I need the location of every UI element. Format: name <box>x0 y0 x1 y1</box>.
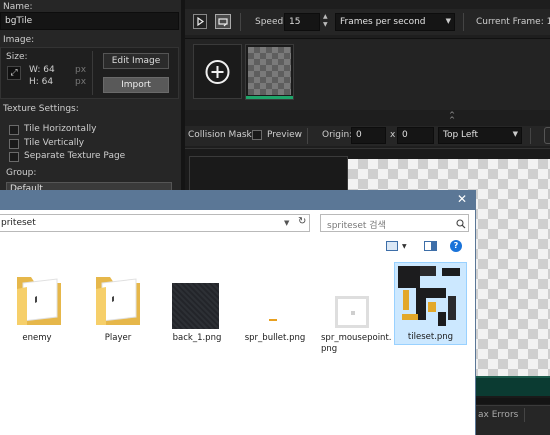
import-button[interactable]: Import <box>103 77 169 93</box>
file-name: Player <box>104 333 132 343</box>
origin-y-input[interactable]: 0 <box>397 127 434 144</box>
speed-label: Speed: <box>255 17 287 27</box>
tile-horizontally-label: Tile Horizontally <box>24 124 97 134</box>
add-frame-button[interactable] <box>193 44 242 99</box>
tile-horizontally-checkbox[interactable] <box>9 125 19 135</box>
speed-unit-value: Frames per second <box>340 17 426 27</box>
image-thumbnail <box>398 266 462 330</box>
loop-button[interactable] <box>215 14 231 29</box>
file-item-spr-bullet[interactable]: spr_bullet.png <box>240 265 310 357</box>
loop-icon <box>218 18 228 27</box>
view-options-icon[interactable] <box>386 241 398 251</box>
resize-icon[interactable]: ⤢ <box>7 66 21 80</box>
width-value: W: 64 <box>29 65 55 75</box>
image-thumbnail <box>172 283 219 329</box>
tile-vertically-label: Tile Vertically <box>24 138 85 148</box>
speed-input[interactable]: 15 <box>284 13 320 31</box>
group-label: Group: <box>6 168 37 178</box>
search-placeholder: spriteset 검색 <box>327 221 386 231</box>
file-name: enemy <box>22 333 52 343</box>
help-icon[interactable]: ? <box>450 240 462 252</box>
image-thumbnail <box>335 296 369 328</box>
sprite-name-input[interactable]: bgTile <box>0 12 179 30</box>
current-frame-label: Current Frame: 1 / <box>476 17 550 27</box>
open-file-dialog: ✕ priteset ▼ ↻ spriteset 검색 ▼ ? enemy Pl… <box>0 190 476 435</box>
origin-label: Origin: <box>322 130 353 140</box>
address-path: priteset <box>1 218 36 228</box>
speed-spinner[interactable]: ▲ ▼ <box>323 13 330 31</box>
file-name: back_1.png <box>172 333 222 343</box>
origin-x-separator: x <box>390 130 396 140</box>
separate-texture-page-label: Separate Texture Page <box>24 151 126 161</box>
preview-pane-icon[interactable] <box>424 241 437 251</box>
chevron-down-icon[interactable]: ▼ <box>284 219 289 227</box>
refresh-icon[interactable]: ↻ <box>298 216 306 227</box>
file-item-spr-mousepoint[interactable]: spr_mousepoint. png <box>316 265 392 357</box>
image-thumbnail <box>269 319 277 321</box>
preview-checkbox[interactable] <box>252 130 262 140</box>
file-item-enemy[interactable]: enemy <box>2 265 72 357</box>
chevron-down-icon: ▼ <box>512 130 518 138</box>
separator <box>92 51 93 95</box>
image-label: Image: <box>3 35 35 45</box>
view-chevron-icon[interactable]: ▼ <box>402 243 407 250</box>
tile-vertically-checkbox[interactable] <box>9 139 19 149</box>
height-unit: px <box>75 77 87 87</box>
folder-icon <box>17 277 61 325</box>
file-item-back-1[interactable]: back_1.png <box>162 265 232 357</box>
frame-selected-indicator <box>246 96 293 99</box>
close-icon[interactable]: ✕ <box>455 192 469 208</box>
add-circle-icon <box>205 60 230 84</box>
search-icon <box>456 219 466 229</box>
collision-mask-label: Collision Mask: <box>188 130 255 140</box>
address-bar[interactable]: priteset ▼ ↻ <box>0 214 310 232</box>
tab-divider <box>524 408 525 422</box>
origin-anchor-select[interactable]: Top Left ▼ <box>438 127 522 144</box>
separate-texture-page-checkbox[interactable] <box>9 152 19 162</box>
file-name: tileset.png <box>407 332 454 342</box>
collision-separator <box>307 128 308 144</box>
play-icon <box>197 16 205 27</box>
collision-separator-2 <box>530 128 531 144</box>
play-button[interactable] <box>193 14 207 29</box>
frame-image <box>248 47 291 95</box>
width-unit: px <box>75 65 87 75</box>
folder-icon <box>96 277 140 325</box>
file-item-tileset[interactable]: tileset.png <box>394 262 467 345</box>
toolbar-separator <box>240 13 241 31</box>
syntax-errors-tab[interactable]: ax Errors <box>478 410 518 420</box>
dialog-titlebar <box>0 190 475 210</box>
origin-x-input[interactable]: 0 <box>351 127 386 144</box>
speed-unit-select[interactable]: Frames per second ▼ <box>335 13 455 31</box>
file-name: spr_bullet.png <box>244 333 306 343</box>
collapse-arrows-icon[interactable]: ^ ^ <box>445 112 459 124</box>
height-value: H: 64 <box>29 77 54 87</box>
file-name: spr_mousepoint. png <box>321 333 392 354</box>
frame-thumbnail[interactable] <box>245 44 294 100</box>
name-label: Name: <box>3 2 33 12</box>
preview-label: Preview <box>267 130 303 140</box>
chevron-down-icon: ▼ <box>445 17 451 25</box>
edit-image-button[interactable]: Edit Image <box>103 53 169 69</box>
extra-button[interactable] <box>544 127 550 144</box>
size-label: Size: <box>6 52 28 62</box>
toolbar-separator-2 <box>463 13 464 31</box>
texture-settings-label: Texture Settings: <box>3 104 79 114</box>
file-item-player[interactable]: Player <box>83 265 153 357</box>
search-input[interactable]: spriteset 검색 <box>320 214 469 232</box>
origin-anchor-value: Top Left <box>443 130 478 140</box>
